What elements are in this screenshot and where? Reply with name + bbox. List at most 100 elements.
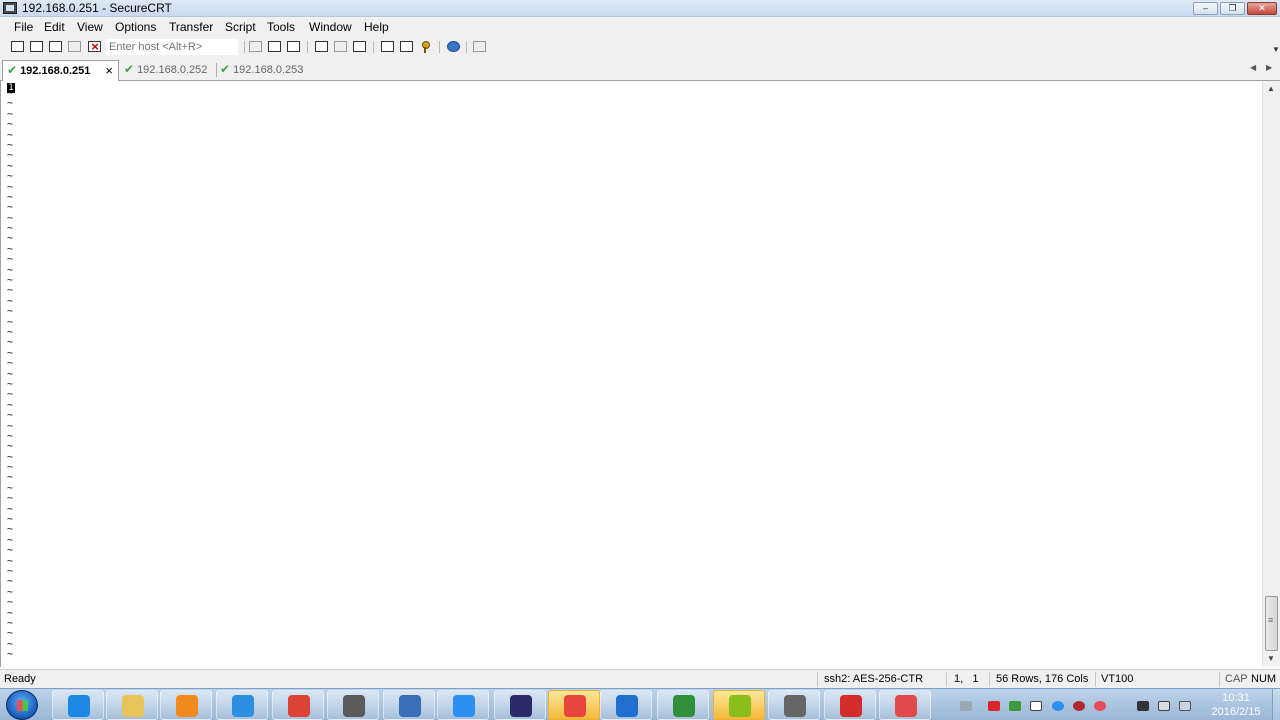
help-icon[interactable] [446, 40, 461, 54]
taskbar-button[interactable] [768, 690, 820, 720]
volume-tray-icon[interactable] [1179, 701, 1191, 711]
toolbar-overflow-icon[interactable]: ▼ [1272, 45, 1280, 54]
session-tab-bar: ✔ 192.168.0.251 × ✔ 192.168.0.252 ✔ 192.168… [0, 57, 1280, 81]
menu-view[interactable]: View [77, 20, 103, 34]
global-options-icon[interactable] [399, 40, 414, 54]
empty-line-marker: ~ [7, 171, 14, 183]
tab-scroll-right-icon[interactable]: ▶ [1266, 63, 1272, 72]
menu-file[interactable]: File [14, 20, 33, 34]
taskbar-button[interactable] [548, 690, 600, 720]
security-tray-icon[interactable] [988, 701, 1000, 711]
terminal-screen[interactable]: 1 ~ ~ ~ ~ ~ ~ ~ ~ ~ ~ ~ ~ ~ ~ ~ ~ ~ ~ ~ ~ ~ ~ ~ ~ ~ ~ ~ ~ ~ ~ ~ ~ ~ ~ ~ ~ ~ ~… [0, 81, 1262, 667]
menu-options[interactable]: Options [115, 20, 156, 34]
status-separator [989, 672, 990, 687]
status-separator [946, 672, 947, 687]
windows-taskbar: 10:31 2016/2/15 [0, 688, 1280, 720]
empty-line-marker: ~ [7, 597, 14, 609]
quick-connect-icon[interactable] [29, 40, 44, 54]
taskbar-button[interactable] [879, 690, 931, 720]
taskbar-clock[interactable]: 10:31 2016/2/15 [1200, 691, 1272, 719]
connect-icon[interactable] [10, 40, 25, 54]
media-player-icon [176, 695, 198, 717]
menu-window[interactable]: Window [309, 20, 352, 34]
connect-in-tab-icon[interactable] [48, 40, 63, 54]
network-tray-icon[interactable] [1158, 701, 1170, 711]
close-button[interactable]: ✕ [1247, 2, 1277, 15]
taskbar-button[interactable] [160, 690, 212, 720]
eraser-app-icon [895, 695, 917, 717]
tab-session-1[interactable]: ✔ 192.168.0.251 × [2, 60, 119, 81]
feather-app-icon [453, 695, 475, 717]
taskbar-button[interactable] [52, 690, 104, 720]
session-options-icon[interactable] [380, 40, 395, 54]
sftp-icon[interactable] [472, 40, 487, 54]
empty-line-marker: ~ [7, 410, 14, 422]
menu-edit[interactable]: Edit [44, 20, 65, 34]
status-ready: Ready [4, 673, 36, 685]
reconnect-icon[interactable] [67, 40, 82, 54]
menu-script[interactable]: Script [225, 20, 256, 34]
menu-transfer[interactable]: Transfer [169, 20, 213, 34]
empty-line-marker: ~ [7, 649, 14, 661]
status-num-lock: NUM [1251, 673, 1277, 685]
print-selection-icon[interactable] [333, 40, 348, 54]
tab-divider [216, 63, 217, 77]
taskbar-button[interactable] [216, 690, 268, 720]
empty-line-markers: ~ ~ ~ ~ ~ ~ ~ ~ ~ ~ ~ ~ ~ ~ ~ ~ ~ ~ ~ ~ ~ ~ ~ ~ ~ ~ ~ ~ ~ ~ ~ ~ ~ ~ ~ ~ ~ ~ ~ ~… [7, 88, 21, 661]
connected-check-icon: ✔ [7, 63, 18, 77]
shield-tray-icon[interactable] [1073, 701, 1085, 711]
m-app-icon [729, 695, 751, 717]
virtualbox-icon [616, 695, 638, 717]
close-tab-icon[interactable]: × [105, 61, 113, 80]
start-button[interactable] [6, 690, 38, 720]
status-emulation: VT100 [1101, 673, 1134, 685]
copy-icon[interactable] [248, 40, 263, 54]
taskbar-button[interactable] [383, 690, 435, 720]
taskbar-button[interactable] [657, 690, 709, 720]
connected-check-icon: ✔ [220, 62, 231, 76]
sync-tray-icon[interactable] [1009, 701, 1021, 711]
show-desktop-button[interactable] [1272, 689, 1280, 720]
taskbar-button[interactable] [600, 690, 652, 720]
taskbar-button[interactable] [106, 690, 158, 720]
paste-icon[interactable] [267, 40, 282, 54]
menu-help[interactable]: Help [364, 20, 389, 34]
securecrt-app-icon[interactable] [3, 2, 17, 14]
keymap-icon[interactable] [418, 40, 433, 54]
scroll-down-icon[interactable]: ▼ [1267, 654, 1275, 663]
minimize-button[interactable]: – [1193, 2, 1218, 15]
tab-scroll-left-icon[interactable]: ◀ [1250, 63, 1256, 72]
enter-host-input[interactable] [106, 39, 238, 55]
print-icon[interactable] [314, 40, 329, 54]
taskbar-button[interactable] [494, 690, 546, 720]
toolbar-separator [466, 41, 467, 53]
disconnect-icon[interactable] [87, 39, 102, 54]
vertical-scrollbar[interactable]: ▲ ▼ [1262, 81, 1280, 667]
restore-button[interactable]: ❐ [1220, 2, 1245, 15]
user-tray-icon[interactable] [1137, 701, 1149, 711]
taskbar-button[interactable] [327, 690, 379, 720]
toolbar-separator [244, 41, 245, 53]
grid-tray-icon[interactable] [1030, 701, 1042, 711]
status-separator [1219, 672, 1220, 687]
status-dimensions: 56 Rows, 176 Cols [996, 673, 1089, 685]
find-icon[interactable] [286, 40, 301, 54]
tab-session-3[interactable]: ✔ 192.168.0.253 [220, 60, 312, 81]
eclipse-icon [510, 695, 532, 717]
toolbar-separator [307, 41, 308, 53]
scroll-up-icon[interactable]: ▲ [1267, 84, 1275, 93]
taskbar-button[interactable] [713, 690, 765, 720]
tab-session-2[interactable]: ✔ 192.168.0.252 [124, 60, 216, 81]
scrollbar-thumb[interactable] [1265, 596, 1278, 651]
taskbar-button[interactable] [824, 690, 876, 720]
feather-tray-icon[interactable] [1052, 701, 1064, 711]
status-caps-lock: CAP [1225, 673, 1248, 685]
keyboard-tray-icon[interactable] [960, 701, 972, 711]
taskbar-button[interactable] [437, 690, 489, 720]
menu-tools[interactable]: Tools [267, 20, 295, 34]
project-app-icon [673, 695, 695, 717]
print-setup-icon[interactable] [352, 40, 367, 54]
cluster-tray-icon[interactable] [1094, 701, 1106, 711]
toolbar-separator [373, 41, 374, 53]
taskbar-button[interactable] [272, 690, 324, 720]
